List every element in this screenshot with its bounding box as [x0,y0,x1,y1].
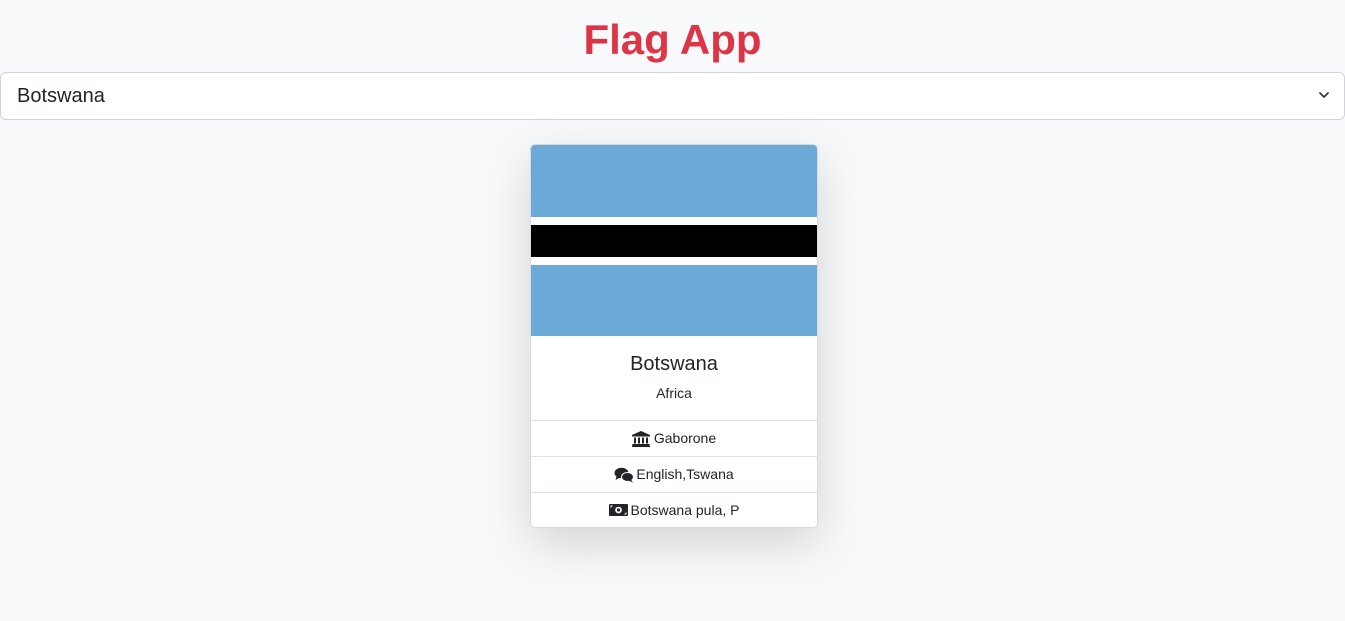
languages-row: English,Tswana [531,457,817,493]
comments-icon [614,467,635,483]
country-flag [531,145,817,336]
country-card: Botswana Africa Gaborone English,Tswana … [530,144,818,528]
country-select[interactable]: Botswana [0,72,1345,120]
card-body: Botswana Africa [531,336,817,421]
capital-value: Gaborone [653,430,717,446]
flag-black-stripe [531,225,817,257]
country-select-value: Botswana [17,85,105,107]
languages-value: English,Tswana [636,466,734,482]
landmark-icon [631,430,650,447]
currency-row: Botswana pula, P [531,493,817,527]
currency-value: Botswana pula, P [630,502,740,518]
app-title: Flag App [583,16,762,63]
chevron-down-icon [1319,92,1329,98]
money-bill-icon [608,503,628,519]
country-region: Africa [656,385,692,401]
capital-row: Gaborone [531,421,817,457]
country-name: Botswana [630,353,718,375]
